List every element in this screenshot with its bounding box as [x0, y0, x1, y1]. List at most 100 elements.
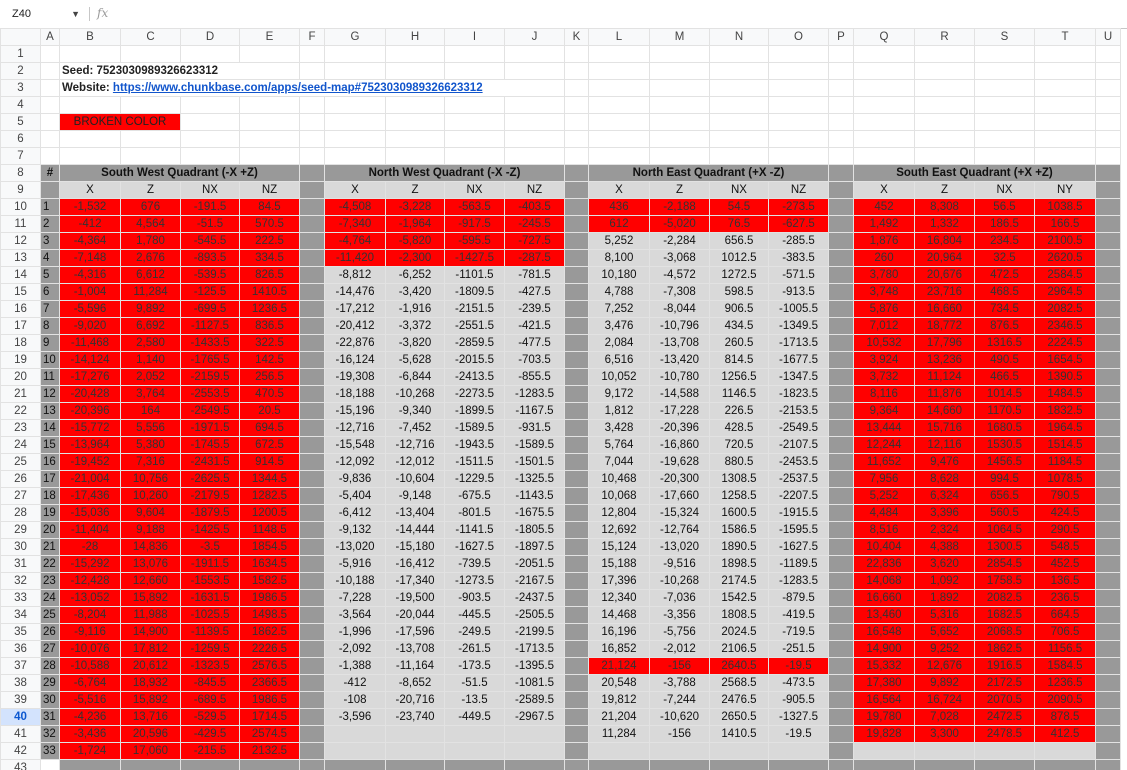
data-cell[interactable]: 2964.5: [1034, 283, 1096, 301]
data-cell[interactable]: 19,828: [853, 725, 915, 743]
data-cell[interactable]: 20,548: [588, 674, 650, 692]
cell[interactable]: [853, 62, 915, 80]
data-cell[interactable]: 1832.5: [1034, 402, 1096, 420]
data-cell[interactable]: 16,852: [588, 640, 650, 658]
data-cell[interactable]: -22,876: [324, 334, 386, 352]
data-cell[interactable]: 2476.5: [709, 691, 769, 709]
cell[interactable]: [444, 45, 505, 63]
cell[interactable]: [768, 147, 829, 165]
data-cell[interactable]: 13,076: [120, 555, 181, 573]
data-cell[interactable]: 1986.5: [239, 691, 300, 709]
data-cell[interactable]: -1025.5: [180, 606, 240, 624]
data-cell[interactable]: -12,092: [324, 453, 386, 471]
data-cell[interactable]: 16,548: [853, 623, 915, 641]
data-cell[interactable]: -1323.5: [180, 657, 240, 675]
cell[interactable]: [385, 113, 445, 131]
data-cell[interactable]: 56.5: [974, 198, 1035, 216]
data-cell[interactable]: -421.5: [504, 317, 565, 335]
data-cell[interactable]: -6,764: [59, 674, 121, 692]
data-cell[interactable]: [504, 725, 565, 743]
cell[interactable]: [40, 147, 60, 165]
cell[interactable]: [180, 130, 240, 148]
row-header[interactable]: 32: [0, 572, 41, 590]
data-cell[interactable]: 1170.5: [974, 402, 1035, 420]
cell[interactable]: [564, 62, 589, 80]
data-cell[interactable]: [649, 742, 710, 760]
data-cell[interactable]: -1943.5: [444, 436, 505, 454]
data-cell[interactable]: 2650.5: [709, 708, 769, 726]
row-header[interactable]: 40: [0, 708, 41, 726]
data-cell[interactable]: 186.5: [974, 215, 1035, 233]
data-cell[interactable]: -1273.5: [444, 572, 505, 590]
data-cell[interactable]: 8,628: [914, 470, 975, 488]
row-header[interactable]: 18: [0, 334, 41, 352]
data-cell[interactable]: -173.5: [444, 657, 505, 675]
data-cell[interactable]: -12,012: [385, 453, 445, 471]
data-cell[interactable]: 2584.5: [1034, 266, 1096, 284]
data-cell[interactable]: -16,412: [385, 555, 445, 573]
data-cell[interactable]: 12,116: [914, 436, 975, 454]
data-cell[interactable]: 1316.5: [974, 334, 1035, 352]
cell[interactable]: [914, 45, 975, 63]
cell[interactable]: [504, 130, 565, 148]
data-cell[interactable]: 1514.5: [1034, 436, 1096, 454]
cell[interactable]: [828, 96, 854, 114]
data-cell[interactable]: 15,124: [588, 538, 650, 556]
data-cell[interactable]: -51.5: [180, 215, 240, 233]
data-cell[interactable]: 434.5: [709, 317, 769, 335]
cell[interactable]: [299, 96, 325, 114]
data-cell[interactable]: -1823.5: [768, 385, 829, 403]
column-header-m[interactable]: M: [649, 28, 710, 46]
data-cell[interactable]: 720.5: [709, 436, 769, 454]
data-cell[interactable]: 17,812: [120, 640, 181, 658]
cell[interactable]: [768, 96, 829, 114]
data-cell[interactable]: 136.5: [1034, 572, 1096, 590]
data-cell[interactable]: 2576.5: [239, 657, 300, 675]
data-cell[interactable]: 548.5: [1034, 538, 1096, 556]
data-cell[interactable]: -2553.5: [180, 385, 240, 403]
data-cell[interactable]: -7,036: [649, 589, 710, 607]
data-cell[interactable]: 1,092: [914, 572, 975, 590]
data-cell[interactable]: 1654.5: [1034, 351, 1096, 369]
data-cell[interactable]: -9,132: [324, 521, 386, 539]
data-cell[interactable]: -781.5: [504, 266, 565, 284]
data-cell[interactable]: -2,092: [324, 640, 386, 658]
row-header[interactable]: 9: [0, 181, 41, 199]
cell[interactable]: [564, 130, 589, 148]
data-cell[interactable]: -1433.5: [180, 334, 240, 352]
data-cell[interactable]: 13,236: [914, 351, 975, 369]
row-header[interactable]: 22: [0, 402, 41, 420]
data-cell[interactable]: 4,564: [120, 215, 181, 233]
cell[interactable]: [853, 96, 915, 114]
data-cell[interactable]: -1325.5: [504, 470, 565, 488]
cell[interactable]: [828, 130, 854, 148]
data-cell[interactable]: 2082.5: [1034, 300, 1096, 318]
data-cell[interactable]: -1327.5: [768, 708, 829, 726]
data-cell[interactable]: 814.5: [709, 351, 769, 369]
data-cell[interactable]: 1,892: [914, 589, 975, 607]
data-cell[interactable]: 656.5: [709, 232, 769, 250]
data-cell[interactable]: -3,820: [385, 334, 445, 352]
data-cell[interactable]: -1589.5: [444, 419, 505, 437]
data-cell[interactable]: 1256.5: [709, 368, 769, 386]
data-cell[interactable]: 1530.5: [974, 436, 1035, 454]
data-cell[interactable]: 1,876: [853, 232, 915, 250]
data-cell[interactable]: 3,764: [120, 385, 181, 403]
data-cell[interactable]: -12,716: [324, 419, 386, 437]
data-cell[interactable]: 1456.5: [974, 453, 1035, 471]
data-cell[interactable]: -3.5: [180, 538, 240, 556]
cell[interactable]: [974, 45, 1035, 63]
data-cell[interactable]: 1344.5: [239, 470, 300, 488]
data-cell[interactable]: 16,660: [914, 300, 975, 318]
data-cell[interactable]: 15,188: [588, 555, 650, 573]
data-cell[interactable]: [444, 725, 505, 743]
data-cell[interactable]: -2549.5: [180, 402, 240, 420]
data-cell[interactable]: -9,020: [59, 317, 121, 335]
data-cell[interactable]: [709, 742, 769, 760]
data-cell[interactable]: -10,188: [324, 572, 386, 590]
data-cell[interactable]: -2,284: [649, 232, 710, 250]
data-cell[interactable]: -1879.5: [180, 504, 240, 522]
data-cell[interactable]: 17,060: [120, 742, 181, 760]
data-cell[interactable]: 1390.5: [1034, 368, 1096, 386]
data-cell[interactable]: -51.5: [444, 674, 505, 692]
